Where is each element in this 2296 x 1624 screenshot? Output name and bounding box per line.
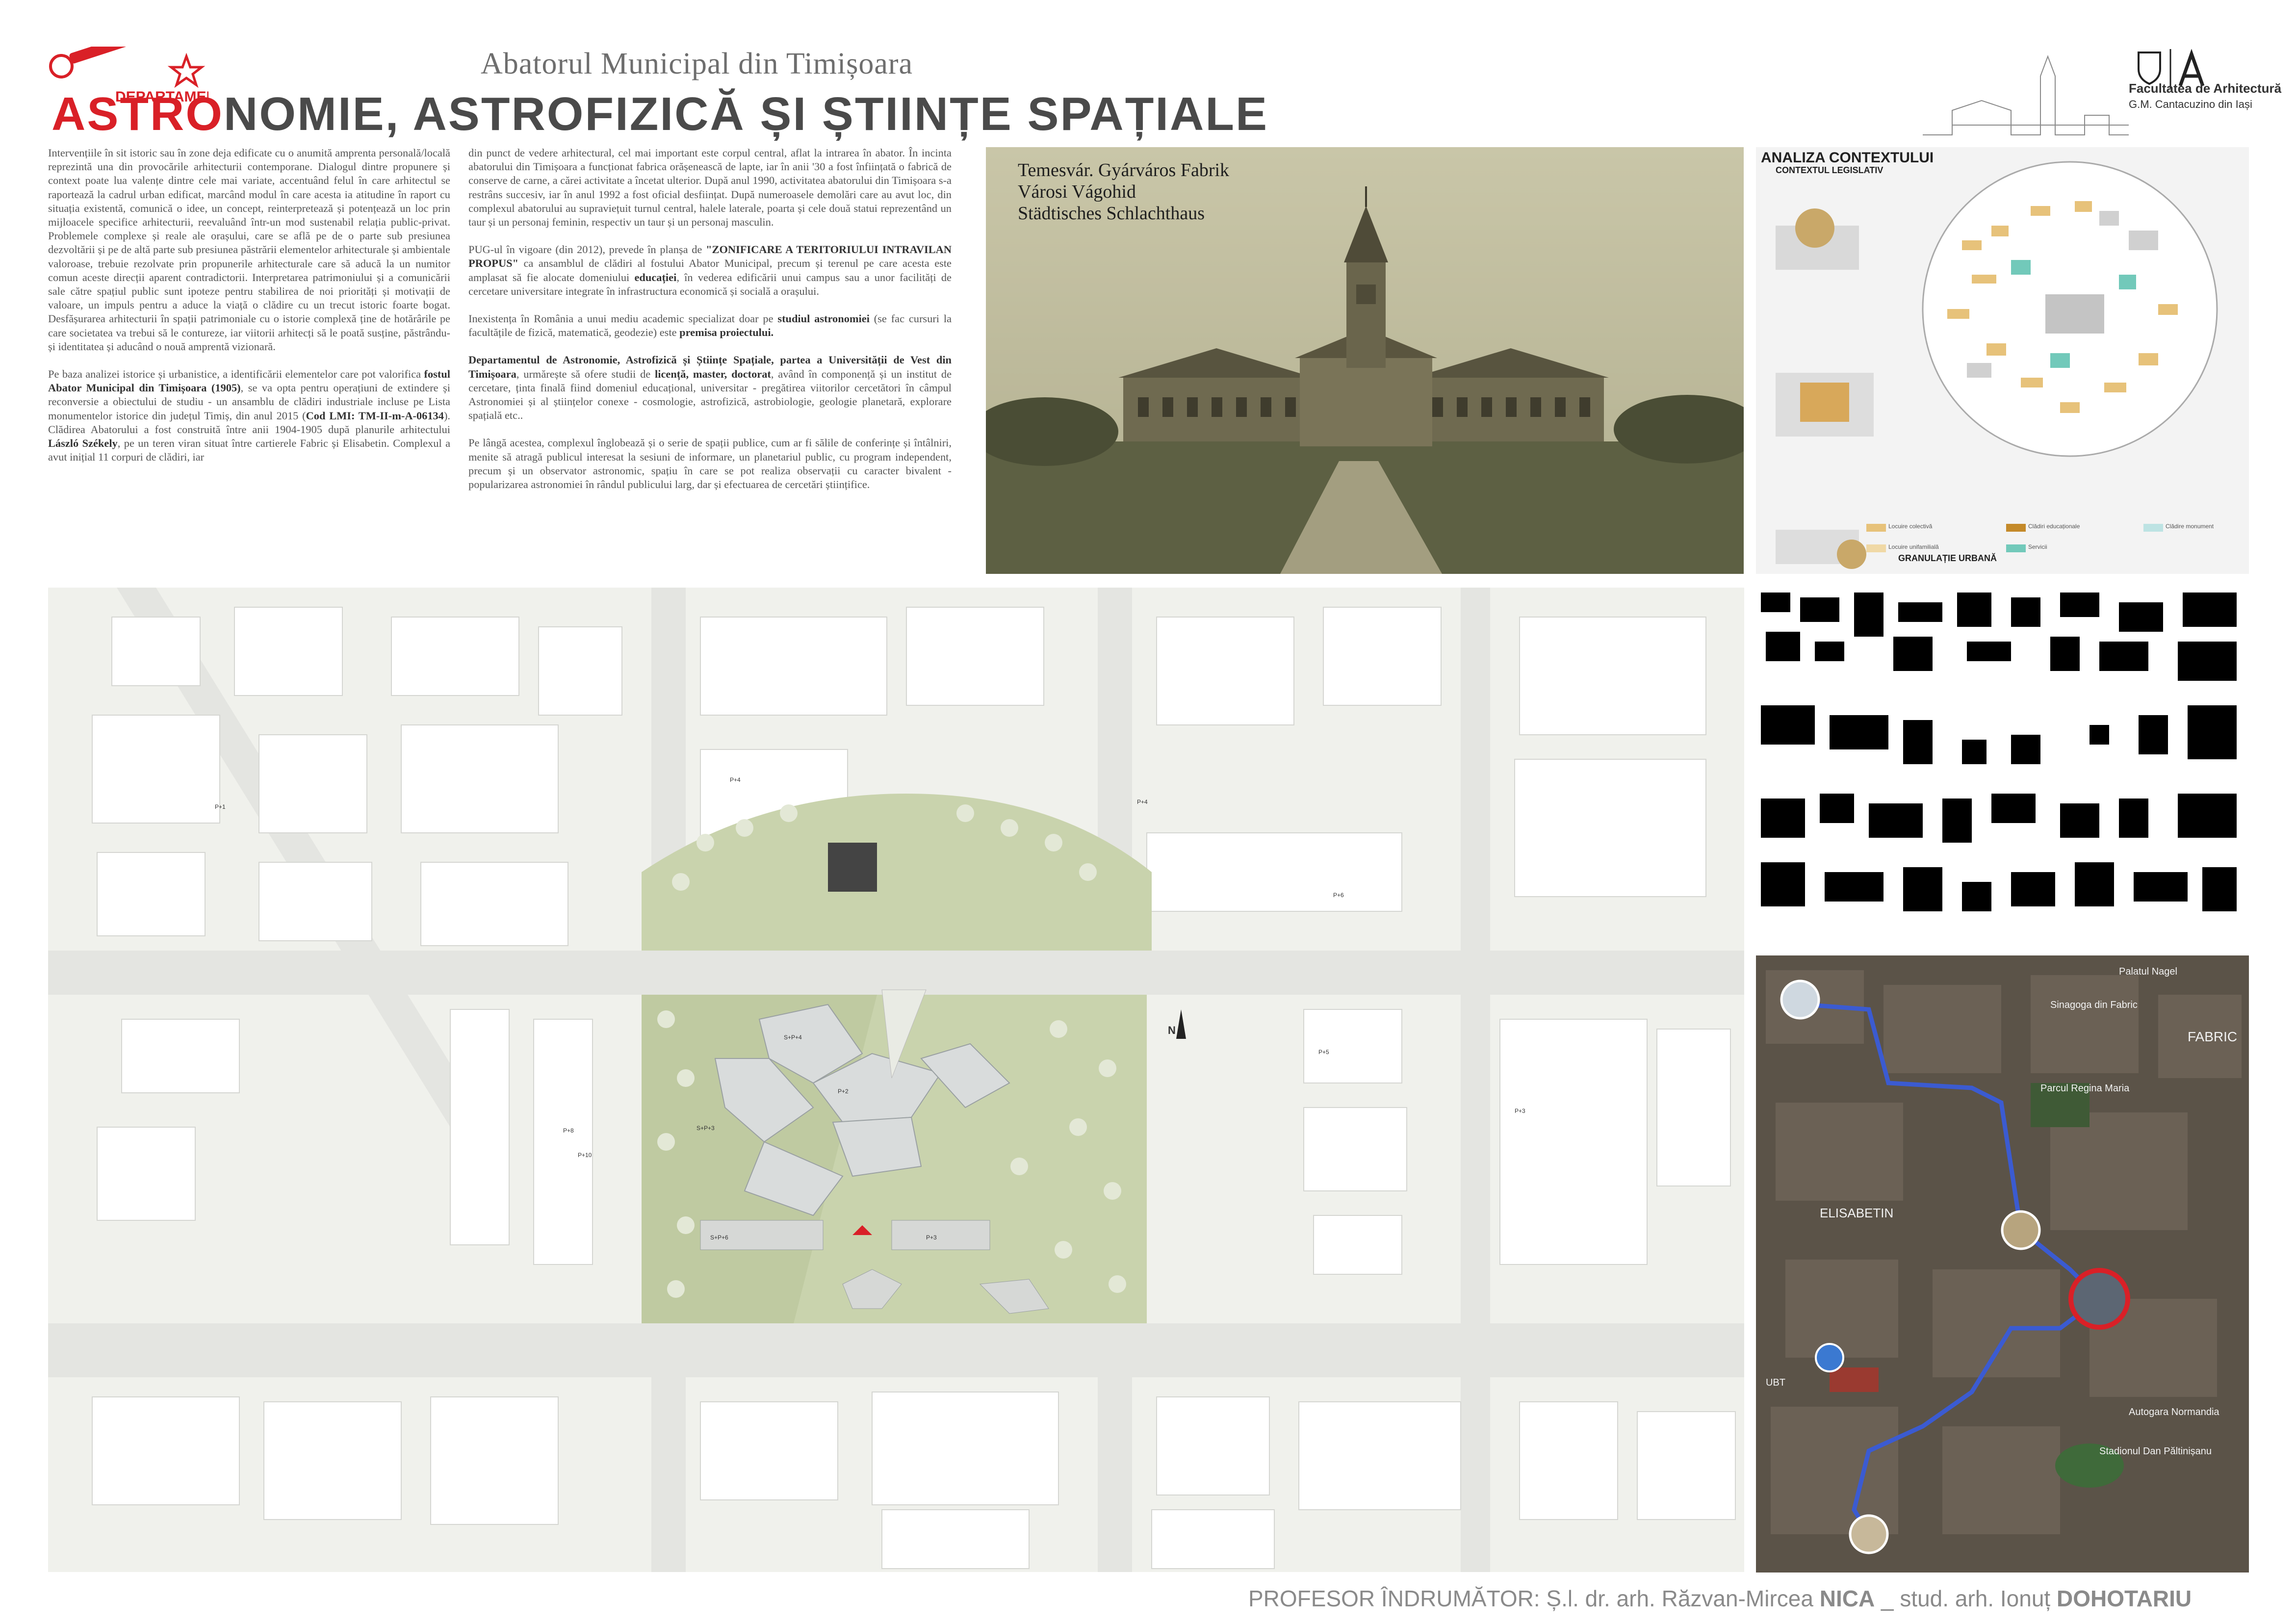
paragraph: Intervențiile în sit istoric sau în zone…: [48, 147, 450, 353]
figure-ground-map: [1756, 588, 2249, 941]
building-label: P+4: [730, 776, 741, 783]
context-diagram: [1776, 161, 2218, 569]
building-label: P+1: [215, 803, 226, 810]
caption-line: Städtisches Schlachthaus: [1018, 203, 1205, 224]
postcard-caption: Temesvár. Gyárváros Fabrik Városi Vágohi…: [1018, 159, 1229, 224]
legend-item: Clădiri educaționale: [2028, 523, 2080, 530]
map-label: Parcul Regina Maria: [2040, 1083, 2130, 1094]
map-label: Autogara Normandia: [2129, 1407, 2219, 1418]
faculty-subname: G.M. Cantacuzino din Iași: [2129, 98, 2252, 110]
paragraph: PUG-ul în vigoare (din 2012), prevede în…: [468, 243, 952, 297]
skyline-sketch-icon: [1923, 55, 2129, 135]
building-label: P+10: [578, 1152, 592, 1159]
figure-ground-drawing: [1761, 593, 2237, 911]
project-subtitle: Abatorul Municipal din Timișoara: [481, 47, 913, 80]
building-label: S+P+3: [697, 1125, 715, 1132]
paragraph: Inexistența în România a unui mediu acad…: [468, 312, 952, 339]
building-label: S+P+4: [784, 1034, 802, 1041]
map-label: FABRIC: [2188, 1029, 2238, 1044]
faculty-name: Facultatea de Arhitectură: [2129, 81, 2282, 96]
building-label: P+8: [563, 1127, 574, 1134]
legend-item: Clădire monument: [2166, 523, 2214, 530]
legend-item: Locuire colectivă: [1888, 523, 1933, 530]
caption-line: Temesvár. Gyárváros Fabrik: [1018, 160, 1230, 180]
telescope-icon: [49, 47, 206, 88]
context-title: ANALIZA CONTEXTULUI: [1761, 150, 1934, 166]
legend-item: Locuire unifamilială: [1888, 543, 1939, 550]
site-plan: S+P+3 S+P+4 S+P+6 P+3 P+2 P+5 P+3 P+8 P+…: [48, 588, 1744, 1572]
title-red-part: ASTRO: [52, 88, 224, 140]
north-label: N: [1168, 1024, 1176, 1036]
granulation-label: GRANULAȚIE URBANĂ: [1898, 553, 1997, 563]
paragraph: din punct de vedere arhitectural, cel ma…: [468, 147, 952, 229]
building-label: P+5: [1318, 1049, 1329, 1056]
building-label: P+2: [838, 1088, 849, 1095]
context-subtitle: CONTEXTUL LEGISLATIV: [1776, 165, 1883, 175]
title-rest: NOMIE, ASTROFIZICĂ ȘI ȘTIINȚE SPAȚIALE: [224, 88, 1269, 140]
building-label: S+P+6: [710, 1234, 728, 1241]
map-label: ELISABETIN: [1820, 1206, 1894, 1220]
building-label: P+3: [926, 1234, 937, 1241]
map-label: Palatul Nagel: [2119, 966, 2177, 977]
map-label: Stadionul Dan Păltinișanu: [2099, 1446, 2212, 1457]
satellite-map-drawing: [1756, 955, 2249, 1572]
description-column-1: Intervențiile în sit istoric sau în zone…: [48, 146, 450, 478]
north-arrow-icon: [1176, 1009, 1186, 1039]
credits-footer: PROFESOR ÎNDRUMĂTOR: Ș.l. dr. arh. Răzva…: [1248, 1586, 2192, 1611]
satellite-route-map: Palatul Nagel FABRIC ELISABETIN Parcul R…: [1756, 955, 2249, 1572]
description-column-2: din punct de vedere arhitectural, cel ma…: [468, 146, 952, 505]
paragraph: Pe lângă acestea, complexul înglobează ș…: [468, 437, 952, 491]
building-label: P+4: [1137, 799, 1148, 805]
context-analysis-panel: [1756, 147, 2249, 574]
site-plan-drawing: [48, 588, 1744, 1572]
map-label: Sinagoga din Fabric: [2050, 1000, 2138, 1010]
paragraph: Pe baza analizei istorice și urbanistice…: [48, 368, 451, 464]
paragraph: Departamentul de Astronomie, Astrofizică…: [468, 354, 952, 422]
building-label: P+3: [1515, 1108, 1525, 1114]
project-title: ASTRONOMIE, ASTROFIZICĂ ȘI ȘTIINȚE SPAȚI…: [52, 87, 1268, 141]
building-label: P+6: [1333, 892, 1344, 899]
legend-item: Servicii: [2028, 543, 2047, 550]
caption-line: Városi Vágohid: [1018, 181, 1136, 202]
map-label: UBT: [1766, 1377, 1785, 1388]
